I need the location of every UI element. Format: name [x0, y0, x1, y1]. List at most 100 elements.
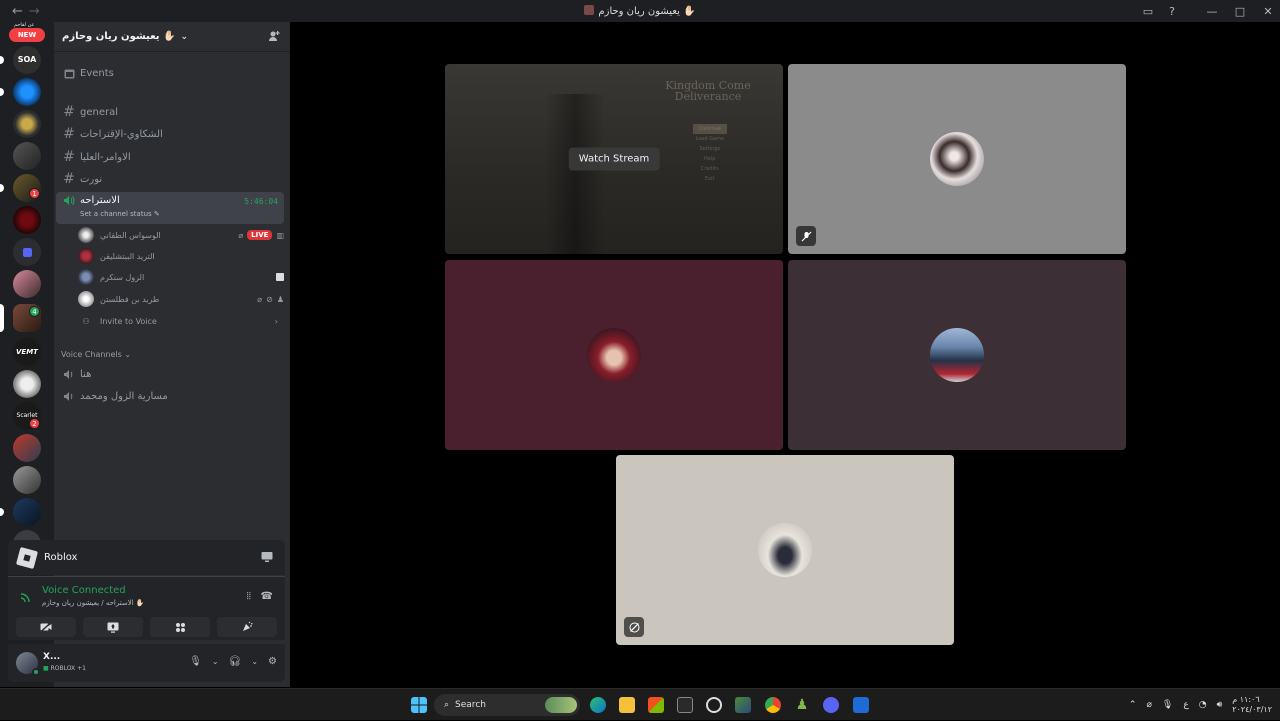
server-8[interactable]	[13, 270, 41, 298]
edge-icon[interactable]	[590, 697, 606, 713]
voice-channel[interactable]: مسارية الزول ومحمد	[56, 386, 284, 406]
set-status-link[interactable]: Set a channel status ✎	[80, 210, 160, 218]
signal-icon	[20, 593, 30, 603]
search-label: Search	[455, 700, 486, 710]
soundboard-button[interactable]	[217, 617, 277, 637]
chrome-icon[interactable]	[765, 697, 781, 713]
server-current-badge: 4	[29, 306, 40, 317]
tray-mic-icon[interactable]: 🎙︎	[1162, 700, 1173, 710]
server-13[interactable]	[13, 466, 41, 494]
back-arrow-icon[interactable]: ←	[12, 4, 23, 19]
discord-icon[interactable]	[823, 697, 839, 713]
stream-tile[interactable]: Kingdom Come Deliverance Continue Load G…	[445, 64, 783, 254]
inbox-icon[interactable]: ▭	[1136, 5, 1160, 18]
server-12[interactable]	[13, 434, 41, 462]
volume-icon[interactable]: 🔊︎	[1217, 700, 1223, 710]
invite-to-voice[interactable]: ⚇ Invite to Voice ›	[78, 311, 284, 331]
activities-button[interactable]	[150, 617, 210, 637]
guild-header[interactable]: يعيشون ريان وحازم ✋🏻 ⌄	[54, 22, 290, 52]
tray-expand-icon[interactable]: ⌃	[1129, 700, 1137, 710]
participant-tile[interactable]	[445, 260, 783, 450]
server-vemt-label: VEMT	[16, 348, 38, 356]
channel-general[interactable]: # general	[56, 102, 284, 122]
store-icon[interactable]	[648, 697, 664, 713]
activity-panel[interactable]: Roblox	[8, 540, 285, 575]
game-app-icon[interactable]	[735, 697, 751, 713]
hash-icon: #	[63, 149, 75, 165]
server-6[interactable]	[13, 206, 41, 234]
microphone-icon[interactable]: 🎙︎	[189, 656, 202, 667]
voice-user[interactable]: الزول سنكرم	[78, 267, 284, 287]
server-vemt[interactable]: VEMT	[13, 338, 41, 366]
participant-avatar	[758, 523, 812, 577]
server-soa[interactable]: SOA	[13, 46, 41, 74]
audio-settings-chevron-icon[interactable]: ⌄	[251, 657, 258, 666]
hash-icon: #	[63, 104, 75, 120]
channel-nawart[interactable]: # نورت	[56, 169, 284, 189]
disconnect-icon[interactable]: ☎	[261, 591, 273, 602]
server-10[interactable]	[13, 370, 41, 398]
camera-off-button[interactable]	[16, 617, 76, 637]
voice-channel-active[interactable]: الاستراحه 5:46:04 Set a channel status ✎	[56, 192, 284, 224]
events-row[interactable]: Events	[56, 63, 284, 83]
voice-user[interactable]: طريد بن فطلستن ⌀ ⊘ ♟	[78, 289, 284, 309]
server-3[interactable]	[13, 110, 41, 138]
server-14[interactable]	[13, 498, 41, 526]
server-2[interactable]	[13, 78, 41, 106]
channel-complaints[interactable]: # الشكاوي-الإقتراحات	[56, 124, 284, 144]
taskbar-search[interactable]: ⌕ Search	[434, 694, 580, 716]
minimize-button[interactable]: —	[1200, 5, 1224, 18]
server-7[interactable]	[13, 238, 41, 266]
participant-tile[interactable]	[788, 64, 1126, 254]
voice-user[interactable]: الوسواس الطقاني ⌀ LIVE ▥	[78, 225, 284, 245]
selected-pill	[0, 304, 4, 332]
voice-connection-panel: Voice Connected الاستراحه / يعيشون ريان …	[8, 576, 285, 640]
participant-tile[interactable]	[616, 455, 954, 645]
stream-menu-item: Credits	[700, 166, 719, 172]
category-voice-channels[interactable]: Voice Channels ⌄	[61, 350, 131, 359]
mic-settings-chevron-icon[interactable]: ⌄	[212, 657, 219, 666]
tray-network-icon[interactable]: ⌀	[1146, 700, 1151, 710]
chess-icon[interactable]: ♟	[794, 697, 810, 713]
settings-gear-icon[interactable]: ⚙	[268, 656, 277, 667]
avatar	[78, 248, 94, 264]
system-clock[interactable]: ١١:٠٦ م ٢٠٢٤/٠٣/١٢	[1232, 695, 1272, 715]
server-scarlet-badge: 2	[29, 418, 40, 429]
voice-user[interactable]: التريد الببتشليقن	[78, 246, 284, 266]
server-soa-label: SOA	[17, 55, 37, 64]
clock-app-icon[interactable]	[706, 697, 722, 713]
maximize-button[interactable]: □	[1228, 5, 1252, 18]
screen-share-icon[interactable]	[261, 551, 273, 563]
forward-arrow-icon[interactable]: →	[29, 4, 40, 19]
voice-status[interactable]: Voice Connected	[42, 585, 126, 596]
share-screen-button[interactable]	[83, 617, 143, 637]
close-button[interactable]: ✕	[1256, 5, 1280, 18]
game-controller-icon: ■	[43, 665, 51, 672]
server-4[interactable]	[13, 142, 41, 170]
add-member-icon[interactable]	[268, 30, 280, 42]
input-language[interactable]: ع	[1183, 700, 1188, 710]
new-badge[interactable]: NEW	[9, 28, 45, 42]
channel-orders[interactable]: # الاوامر-العليا	[56, 147, 284, 167]
voice-channel[interactable]: هنا	[56, 364, 284, 384]
wifi-icon[interactable]: ◔	[1199, 700, 1207, 710]
user-name[interactable]: X...	[43, 652, 60, 662]
stream-game-title: Kingdom Come Deliverance	[665, 79, 751, 103]
avatar	[78, 269, 94, 285]
windows-start-icon[interactable]	[411, 697, 427, 713]
server-5-badge: 1	[29, 188, 40, 199]
stream-menu: Continue Load Game Settings Help Credits…	[692, 124, 727, 184]
noise-suppression-icon[interactable]: ⦙⦙	[247, 591, 251, 602]
live-badge[interactable]: LIVE	[247, 230, 273, 240]
help-icon[interactable]: ?	[1160, 5, 1184, 18]
app-icon[interactable]	[677, 697, 693, 713]
headphones-icon[interactable]: 🎧︎	[229, 656, 242, 667]
participant-tile[interactable]	[788, 260, 1126, 450]
user-panel: X... ■ ROBLOX +1 🎙︎ ⌄ 🎧︎ ⌄ ⚙	[8, 644, 285, 682]
roblox-taskbar-icon[interactable]	[853, 697, 869, 713]
voice-location[interactable]: الاستراحه / يعيشون ريان وحازم ✋🏻	[42, 599, 145, 607]
stream-menu-item: Exit	[705, 176, 715, 182]
file-explorer-icon[interactable]	[619, 697, 635, 713]
watch-stream-button[interactable]: Watch Stream	[568, 147, 660, 171]
invite-label: Invite to Voice	[100, 316, 157, 326]
